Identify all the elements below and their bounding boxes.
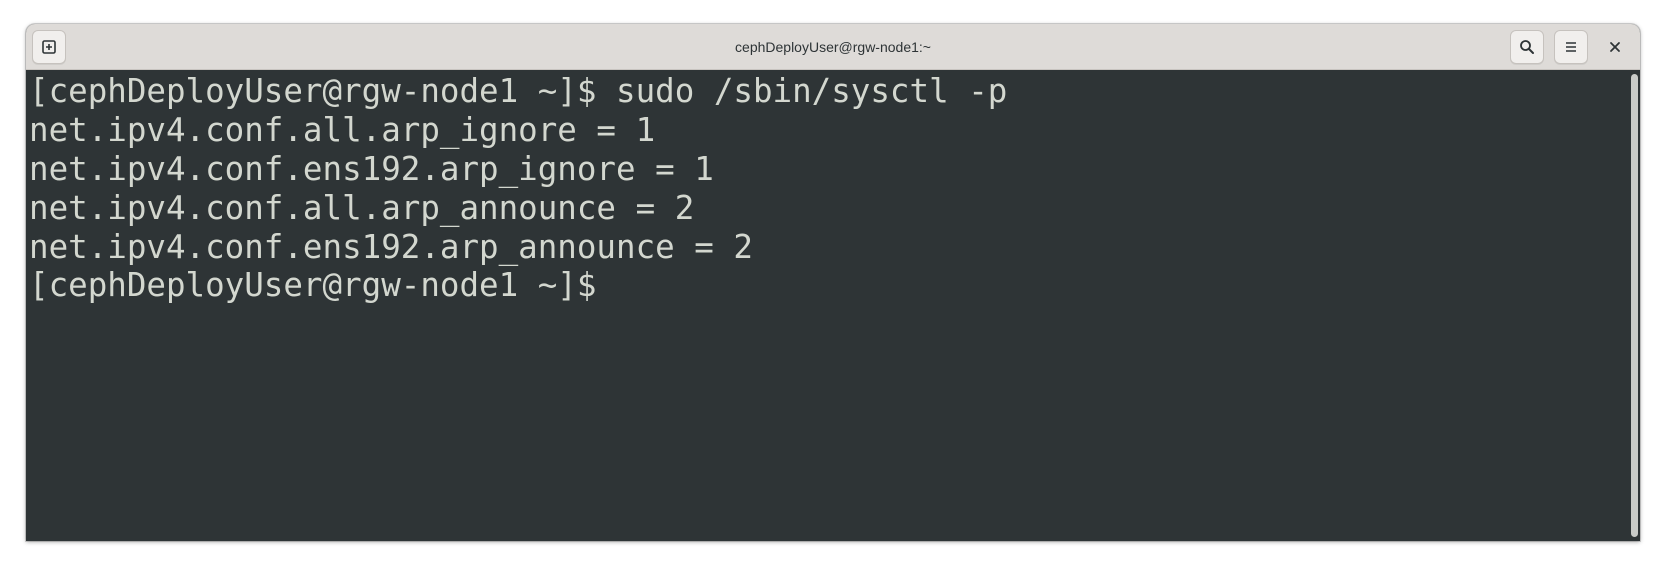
close-button[interactable] xyxy=(1598,30,1632,64)
vertical-scrollbar[interactable] xyxy=(1628,70,1640,541)
search-icon xyxy=(1520,40,1534,54)
terminal-window: cephDeployUser@rgw-node1:~ [cephDeployUs… xyxy=(26,24,1640,541)
hamburger-menu-icon xyxy=(1566,42,1576,52)
menu-button[interactable] xyxy=(1554,30,1588,64)
terminal-line-output: net.ipv4.conf.ens192.arp_ignore = 1 xyxy=(29,149,714,188)
terminal-line-command: [cephDeployUser@rgw-node1 ~]$ sudo /sbin… xyxy=(29,72,1008,110)
terminal-text: [cephDeployUser@rgw-node1 ~]$ sudo /sbin… xyxy=(29,72,1007,305)
search-button[interactable] xyxy=(1510,30,1544,64)
terminal-line-output: net.ipv4.conf.ens192.arp_announce = 2 xyxy=(29,227,753,266)
new-tab-button[interactable] xyxy=(32,30,66,64)
terminal-line-output: net.ipv4.conf.all.arp_ignore = 1 xyxy=(29,110,656,149)
terminal-output[interactable]: [cephDeployUser@rgw-node1 ~]$ sudo /sbin… xyxy=(26,70,1628,541)
terminal-line-output: net.ipv4.conf.all.arp_announce = 2 xyxy=(29,188,695,227)
new-tab-icon xyxy=(42,40,56,54)
scrollbar-thumb[interactable] xyxy=(1631,74,1638,537)
window-title: cephDeployUser@rgw-node1:~ xyxy=(735,39,931,55)
title-bar[interactable]: cephDeployUser@rgw-node1:~ xyxy=(26,24,1640,70)
terminal-line-prompt: [cephDeployUser@rgw-node1 ~]$ xyxy=(29,266,616,305)
close-icon xyxy=(1610,42,1620,52)
